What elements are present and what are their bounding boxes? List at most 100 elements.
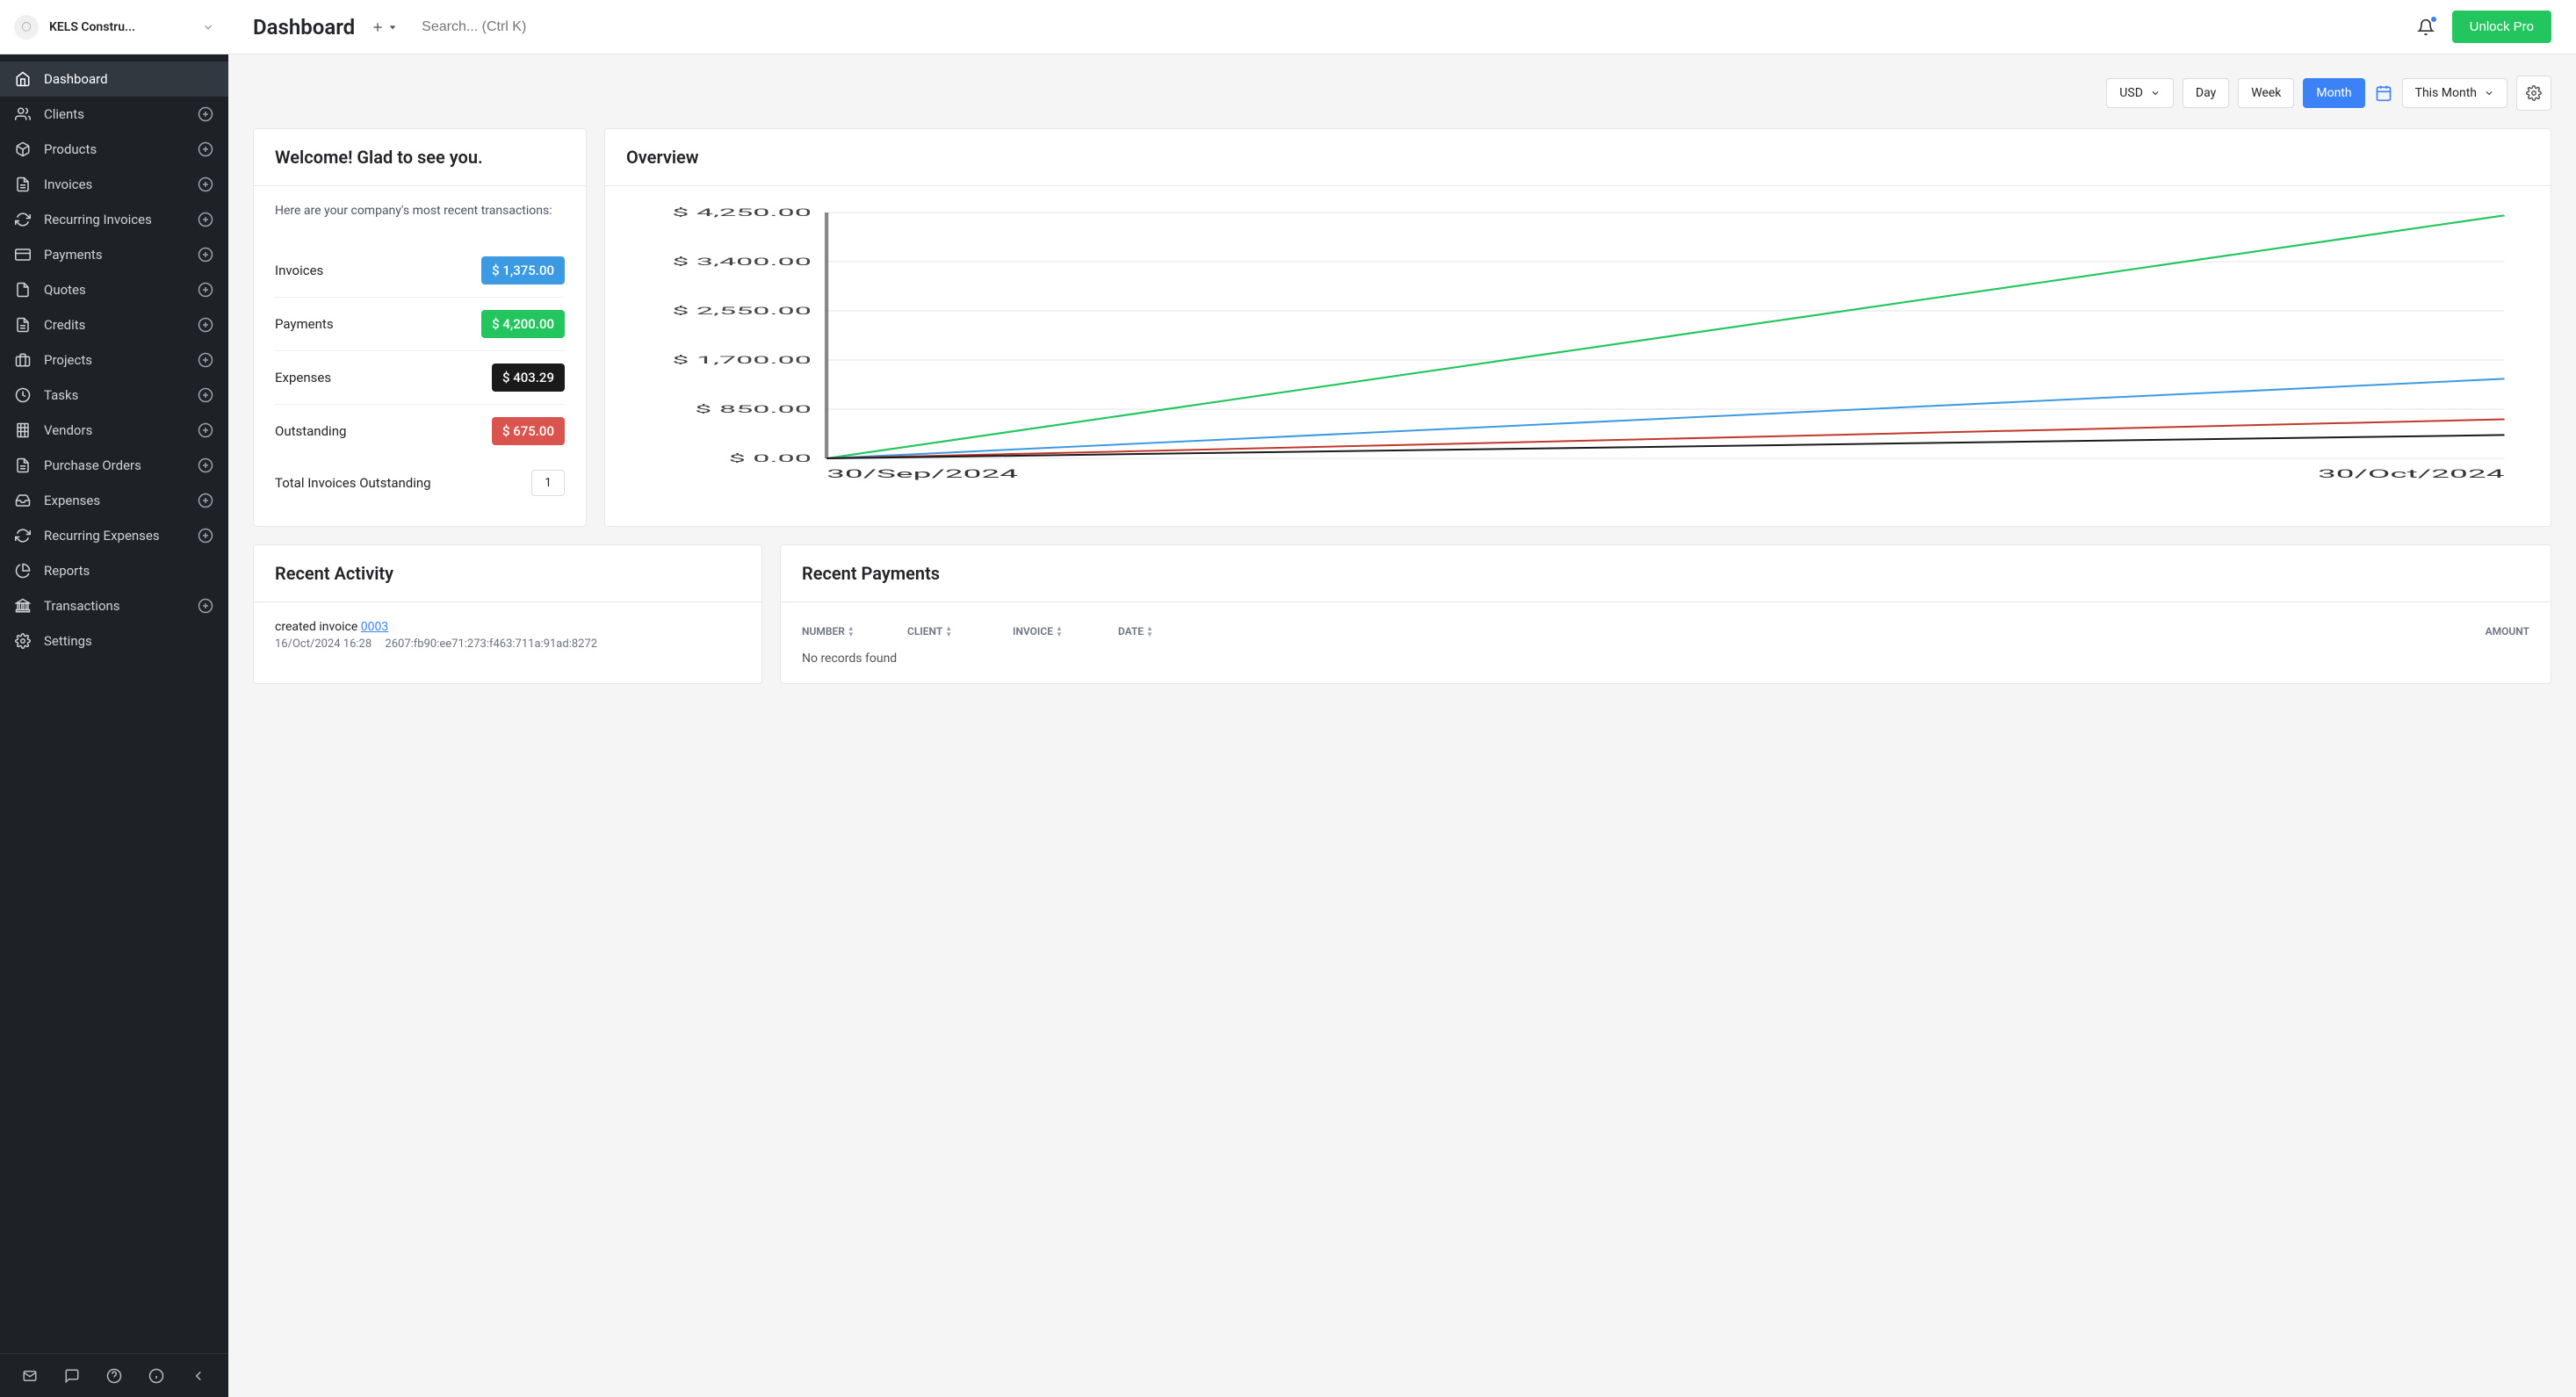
add-icon[interactable] (197, 386, 214, 404)
help-icon[interactable] (105, 1367, 123, 1385)
sidebar-item-label: Reports (44, 563, 214, 579)
unlock-pro-button[interactable]: Unlock Pro (2452, 11, 2551, 43)
sidebar-item-credits[interactable]: Credits (0, 307, 228, 342)
sidebar-item-transactions[interactable]: Transactions (0, 588, 228, 623)
chevron-down-icon (2484, 88, 2494, 98)
total-outstanding-count: 1 (531, 470, 565, 496)
activity-entry: created invoice 0003 (275, 620, 740, 634)
sidebar-item-quotes[interactable]: Quotes (0, 272, 228, 307)
sidebar-item-settings[interactable]: Settings (0, 623, 228, 659)
sidebar-item-label: Recurring Invoices (44, 212, 197, 227)
sidebar-item-label: Settings (44, 633, 214, 649)
add-icon[interactable] (197, 316, 214, 334)
recent-payments-card: Recent Payments NUMBER▲▼CLIENT▲▼INVOICE▲… (780, 544, 2551, 684)
overview-title: Overview (626, 147, 2529, 168)
calendar-icon[interactable] (2374, 83, 2393, 103)
topbar: Dashboard Unlock Pro (228, 0, 2576, 54)
chevron-down-icon (202, 21, 214, 33)
chevron-down-icon (2150, 88, 2161, 98)
sidebar-item-reports[interactable]: Reports (0, 553, 228, 588)
info-icon[interactable] (148, 1367, 165, 1385)
sidebar-item-label: Recurring Expenses (44, 528, 197, 544)
column-amount[interactable]: AMOUNT (1215, 625, 2529, 637)
overview-card: Overview $ 0.00$ 850.00$ 1,700.00$ 2,550… (604, 128, 2551, 527)
sidebar-item-label: Invoices (44, 176, 197, 192)
file-text-icon (14, 457, 32, 474)
sidebar-item-label: Clients (44, 106, 197, 122)
sidebar-item-label: Quotes (44, 282, 197, 298)
add-icon[interactable] (197, 492, 214, 509)
home-icon (14, 70, 32, 88)
clock-icon (14, 386, 32, 404)
sidebar-item-tasks[interactable]: Tasks (0, 378, 228, 413)
sidebar-item-recurring-invoices[interactable]: Recurring Invoices (0, 202, 228, 237)
notifications-button[interactable] (2417, 18, 2435, 36)
sidebar-item-label: Dashboard (44, 71, 214, 87)
sidebar: ◯ KELS Constru... Dashboard Clients Prod… (0, 0, 228, 1397)
add-icon[interactable] (197, 281, 214, 299)
total-outstanding-label: Total Invoices Outstanding (275, 475, 431, 491)
activity-meta: 16/Oct/2024 16:28 2607:fb90:ee71:273:f46… (275, 637, 740, 651)
sidebar-item-purchase-orders[interactable]: Purchase Orders (0, 448, 228, 483)
sort-icon: ▲▼ (1146, 625, 1153, 637)
stat-label: Outstanding (275, 423, 346, 439)
activity-ip: 2607:fb90:ee71:273:f463:711a:91ad:8272 (385, 637, 597, 651)
building-icon (14, 421, 32, 439)
sidebar-footer (0, 1353, 228, 1397)
currency-label: USD (2119, 86, 2143, 100)
range-month[interactable]: Month (2303, 78, 2364, 108)
welcome-title: Welcome! Glad to see you. (275, 147, 565, 168)
add-icon[interactable] (197, 597, 214, 615)
column-date[interactable]: DATE▲▼ (1118, 625, 1215, 637)
sidebar-item-expenses[interactable]: Expenses (0, 483, 228, 518)
file-text-icon (14, 176, 32, 193)
sidebar-item-label: Products (44, 141, 197, 157)
collapse-icon[interactable] (190, 1367, 207, 1385)
add-icon[interactable] (197, 140, 214, 158)
stat-value: $ 675.00 (492, 417, 565, 445)
sidebar-item-payments[interactable]: Payments (0, 237, 228, 272)
add-icon[interactable] (197, 211, 214, 228)
activity-invoice-link[interactable]: 0003 (361, 620, 388, 634)
mail-icon[interactable] (21, 1367, 39, 1385)
sidebar-item-vendors[interactable]: Vendors (0, 413, 228, 448)
sidebar-item-projects[interactable]: Projects (0, 342, 228, 378)
sidebar-item-products[interactable]: Products (0, 132, 228, 167)
add-icon[interactable] (197, 105, 214, 123)
sidebar-item-clients[interactable]: Clients (0, 97, 228, 132)
add-icon[interactable] (197, 176, 214, 193)
range-day[interactable]: Day (2183, 78, 2229, 108)
add-icon[interactable] (197, 457, 214, 474)
add-icon[interactable] (197, 421, 214, 439)
add-button[interactable] (371, 20, 397, 34)
filter-bar: USD Day Week Month This Month (253, 76, 2551, 111)
sidebar-item-label: Expenses (44, 493, 197, 508)
sidebar-item-label: Projects (44, 352, 197, 368)
range-week[interactable]: Week (2238, 78, 2294, 108)
nav: Dashboard Clients Products Invoices Recu… (0, 54, 228, 1353)
gear-icon (14, 632, 32, 650)
sidebar-item-invoices[interactable]: Invoices (0, 167, 228, 202)
currency-select[interactable]: USD (2106, 78, 2174, 108)
sidebar-item-recurring-expenses[interactable]: Recurring Expenses (0, 518, 228, 553)
add-icon[interactable] (197, 527, 214, 544)
recent-activity-title: Recent Activity (275, 563, 740, 584)
column-number[interactable]: NUMBER▲▼ (802, 625, 907, 637)
svg-text:$ 0.00: $ 0.00 (729, 452, 812, 464)
sidebar-item-label: Transactions (44, 598, 197, 614)
stat-label: Invoices (275, 263, 323, 278)
sidebar-item-dashboard[interactable]: Dashboard (0, 61, 228, 97)
add-icon[interactable] (197, 351, 214, 369)
settings-button[interactable] (2516, 76, 2551, 111)
period-select[interactable]: This Month (2402, 78, 2507, 108)
column-client[interactable]: CLIENT▲▼ (907, 625, 1013, 637)
chat-icon[interactable] (63, 1367, 81, 1385)
refresh-icon (14, 211, 32, 228)
sort-icon: ▲▼ (848, 625, 855, 637)
column-invoice[interactable]: INVOICE▲▼ (1013, 625, 1118, 637)
company-switcher[interactable]: ◯ KELS Constru... (0, 0, 228, 54)
add-icon[interactable] (197, 246, 214, 263)
svg-text:$ 4,250.00: $ 4,250.00 (672, 206, 812, 219)
search-input[interactable] (422, 19, 2416, 35)
refresh-icon (14, 527, 32, 544)
